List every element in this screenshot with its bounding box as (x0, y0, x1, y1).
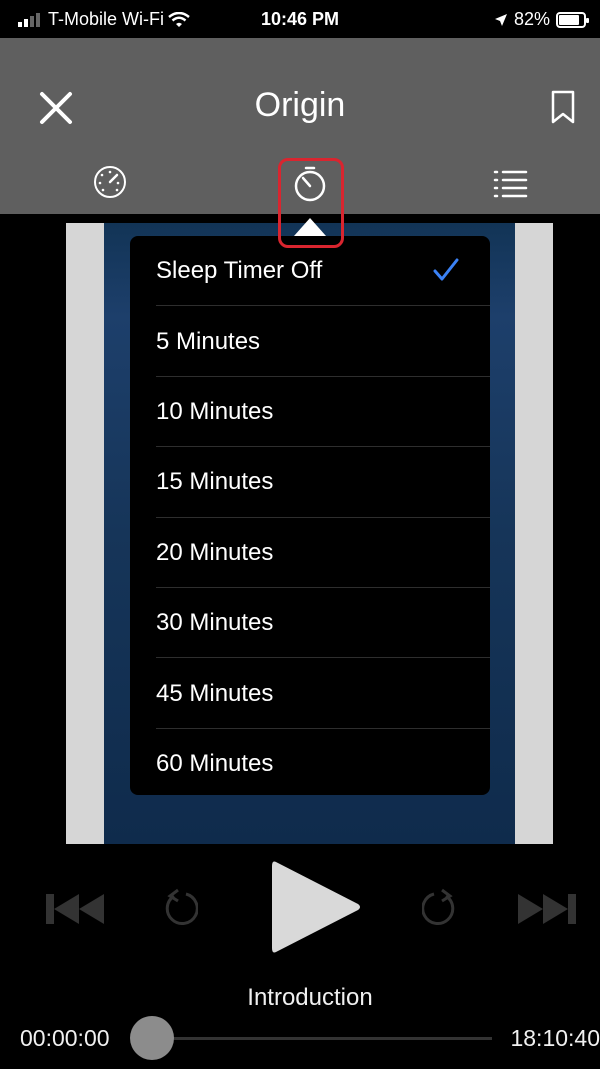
status-bar: T-Mobile Wi-Fi 10:46 PM 82% (0, 0, 600, 38)
battery-icon (556, 11, 589, 28)
bookmark-icon[interactable] (550, 90, 576, 124)
skip-back-icon[interactable] (46, 892, 104, 926)
battery-percent: 82% (513, 9, 550, 29)
sleep-timer-option[interactable]: 45 Minutes (130, 658, 490, 730)
remaining-time: 18:10:40 (510, 1025, 600, 1051)
sleep-timer-option[interactable]: 10 Minutes (130, 377, 490, 448)
playback-speed-icon[interactable] (92, 164, 128, 200)
location-arrow-icon (494, 13, 507, 26)
sleep-timer-option[interactable]: 5 Minutes (130, 306, 490, 378)
sleep-timer-option[interactable]: 60 Minutes (130, 729, 490, 799)
book-title: Origin (254, 86, 346, 124)
elapsed-time: 00:00:00 (20, 1025, 110, 1051)
sleep-timer-option-label: 5 Minutes (156, 327, 261, 355)
sleep-timer-menu: Sleep Timer Off 5 Minutes 10 Minutes 15 Min… (130, 236, 490, 795)
fast-forward-icon[interactable] (422, 886, 458, 926)
sleep-timer-option[interactable]: 15 Minutes (130, 447, 490, 518)
checkmark-icon (433, 258, 459, 281)
sleep-timer-option-label: 15 Minutes (156, 468, 274, 496)
play-icon[interactable] (270, 858, 362, 956)
chapter-list-icon[interactable] (492, 168, 528, 200)
chapter-title: Introduction (247, 984, 373, 1011)
progress-scrubber[interactable] (130, 1016, 174, 1060)
sleep-timer-option-label: 45 Minutes (156, 679, 274, 707)
rewind-icon[interactable] (162, 886, 198, 926)
battery-info: 82% (494, 9, 589, 30)
sleep-timer-option-label: 30 Minutes (156, 609, 274, 637)
sleep-timer-option-label: 60 Minutes (156, 749, 274, 777)
progress-track[interactable] (152, 1037, 492, 1040)
sleep-timer-option-label: 20 Minutes (156, 538, 274, 566)
sleep-timer-option[interactable]: 20 Minutes (130, 518, 490, 589)
sleep-timer-option-label: 10 Minutes (156, 397, 274, 425)
sleep-timer-option-label: Sleep Timer Off (156, 257, 323, 285)
skip-forward-icon[interactable] (518, 892, 576, 926)
sleep-timer-option[interactable]: 30 Minutes (130, 588, 490, 659)
menu-pointer (294, 218, 326, 236)
